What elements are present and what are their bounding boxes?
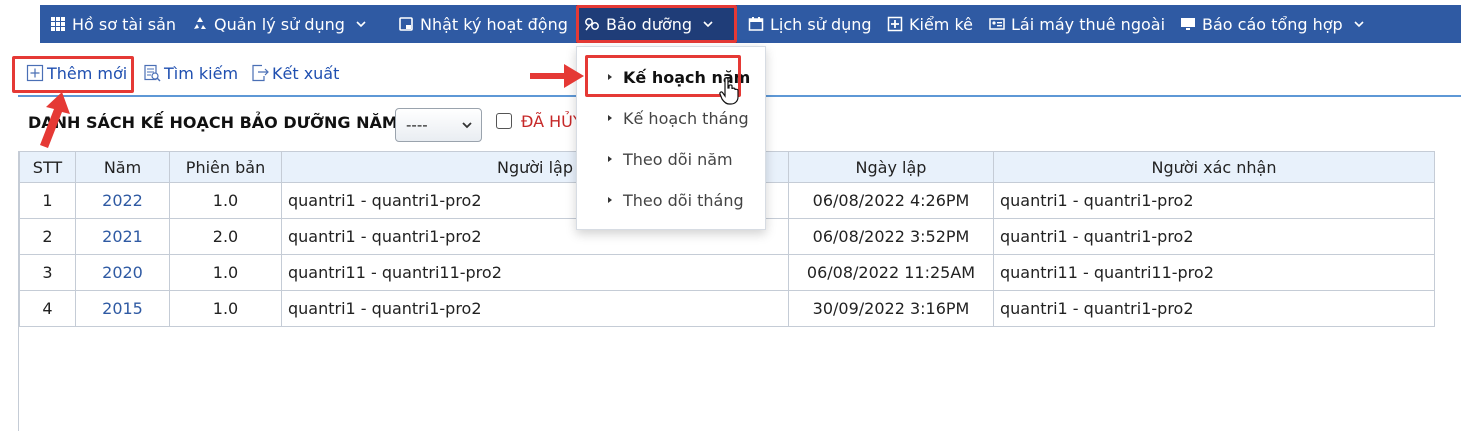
monitor-icon bbox=[1180, 16, 1196, 32]
chevron-down-icon bbox=[461, 119, 473, 131]
menu-item-monthly-plan[interactable]: Kế hoạch tháng bbox=[577, 98, 765, 138]
cell-stt: 4 bbox=[19, 290, 76, 327]
nav-label: Báo cáo tổng hợp bbox=[1202, 14, 1343, 34]
chevron-down-icon bbox=[1353, 18, 1365, 30]
cell-confirmer: quantri11 - quantri11-pro2 bbox=[993, 254, 1435, 291]
nav-item-asset-records[interactable]: Hồ sơ tài sản bbox=[50, 5, 176, 43]
cell-creator: quantri1 - quantri1-pro2 bbox=[281, 290, 789, 327]
menu-item-annual-tracking[interactable]: Theo dõi năm bbox=[577, 139, 765, 179]
nav-label: Hồ sơ tài sản bbox=[72, 14, 177, 34]
search-label: Tìm kiếm bbox=[164, 63, 239, 83]
export-button[interactable]: Kết xuất bbox=[251, 60, 339, 86]
maintenance-dropdown-menu: Kế hoạch năm Kế hoạch tháng Theo dõi năm… bbox=[576, 46, 766, 230]
caret-right-icon bbox=[608, 156, 612, 162]
year-link[interactable]: 2021 bbox=[75, 218, 170, 255]
cell-confirmer: quantri1 - quantri1-pro2 bbox=[993, 218, 1435, 255]
search-button[interactable]: Tìm kiếm bbox=[143, 60, 238, 86]
nav-item-maintenance[interactable]: Bảo dưỡng bbox=[576, 5, 737, 43]
cell-version: 2.0 bbox=[169, 218, 282, 255]
page-title: DANH SÁCH KẾ HOẠCH BẢO DƯỠNG NĂM bbox=[28, 113, 398, 132]
inventory-icon bbox=[887, 16, 903, 32]
select-value: ---- bbox=[406, 116, 428, 134]
caret-right-icon bbox=[608, 115, 612, 121]
cell-confirmer: quantri1 - quantri1-pro2 bbox=[993, 182, 1435, 219]
cancelled-checkbox[interactable] bbox=[496, 113, 512, 129]
grid-icon bbox=[50, 16, 66, 32]
calendar-icon bbox=[748, 16, 764, 32]
cell-created-date: 30/09/2022 3:16PM bbox=[788, 290, 994, 327]
year-link[interactable]: 2015 bbox=[75, 290, 170, 327]
nav-item-usage-management[interactable]: Quản lý sử dụng bbox=[192, 5, 367, 43]
cell-stt: 1 bbox=[19, 182, 76, 219]
menu-item-label: Theo dõi năm bbox=[623, 149, 733, 169]
column-header[interactable]: STT bbox=[19, 151, 76, 183]
add-new-button[interactable]: Thêm mới bbox=[26, 60, 127, 86]
search-document-icon bbox=[143, 64, 161, 82]
nav-label: Bảo dưỡng bbox=[606, 14, 693, 34]
caret-right-icon bbox=[608, 74, 612, 80]
recycle-icon bbox=[192, 16, 208, 32]
plus-box-icon bbox=[26, 64, 44, 82]
nav-label: Nhật ký hoạt động bbox=[420, 14, 568, 34]
nav-label: Kiểm kê bbox=[909, 14, 973, 34]
export-icon bbox=[251, 64, 269, 82]
cell-version: 1.0 bbox=[169, 254, 282, 291]
menu-item-label: Kế hoạch năm bbox=[623, 67, 751, 87]
year-link[interactable]: 2020 bbox=[75, 254, 170, 291]
cell-created-date: 06/08/2022 11:25AM bbox=[788, 254, 994, 291]
menu-item-monthly-tracking[interactable]: Theo dõi tháng bbox=[577, 180, 765, 220]
menu-item-label: Kế hoạch tháng bbox=[623, 108, 749, 128]
caret-right-icon bbox=[608, 197, 612, 203]
add-new-label: Thêm mới bbox=[47, 63, 128, 83]
id-card-icon bbox=[989, 16, 1005, 32]
app-window: Hồ sơ tài sản Quản lý sử dụng Nhật ký ho… bbox=[0, 0, 1461, 431]
cell-version: 1.0 bbox=[169, 182, 282, 219]
nav-label: Quản lý sử dụng bbox=[214, 14, 345, 34]
column-header[interactable]: Phiên bản bbox=[169, 151, 282, 183]
top-navigation: Hồ sơ tài sản Quản lý sử dụng Nhật ký ho… bbox=[0, 0, 1461, 46]
chevron-down-icon bbox=[702, 18, 714, 30]
menu-item-annual-plan[interactable]: Kế hoạch năm bbox=[577, 57, 765, 97]
cell-created-date: 06/08/2022 4:26PM bbox=[788, 182, 994, 219]
nav-item-summary-report[interactable]: Báo cáo tổng hợp bbox=[1180, 5, 1365, 43]
wrench-icon bbox=[584, 16, 600, 32]
log-icon bbox=[398, 16, 414, 32]
cell-confirmer: quantri1 - quantri1-pro2 bbox=[993, 290, 1435, 327]
nav-label: Lái máy thuê ngoài bbox=[1011, 14, 1166, 34]
table-row[interactable]: 3 2020 1.0 quantri11 - quantri11-pro2 06… bbox=[19, 254, 1435, 291]
nav-item-inventory[interactable]: Kiểm kê bbox=[887, 5, 973, 43]
column-header[interactable]: Ngày lập bbox=[788, 151, 994, 183]
table-row[interactable]: 4 2015 1.0 quantri1 - quantri1-pro2 30/0… bbox=[19, 290, 1435, 327]
chevron-down-icon bbox=[355, 18, 367, 30]
year-link[interactable]: 2022 bbox=[75, 182, 170, 219]
menu-item-label: Theo dõi tháng bbox=[623, 190, 744, 210]
cancelled-label: ĐÃ HỦY bbox=[521, 112, 583, 131]
nav-label: Lịch sử dụng bbox=[770, 14, 872, 34]
export-label: Kết xuất bbox=[272, 63, 340, 83]
nav-item-usage-schedule[interactable]: Lịch sử dụng bbox=[748, 5, 872, 43]
nav-item-outsourced-operators[interactable]: Lái máy thuê ngoài bbox=[989, 5, 1165, 43]
nav-item-activity-log[interactable]: Nhật ký hoạt động bbox=[398, 5, 568, 43]
cell-stt: 3 bbox=[19, 254, 76, 291]
cell-created-date: 06/08/2022 3:52PM bbox=[788, 218, 994, 255]
column-header[interactable]: Năm bbox=[75, 151, 170, 183]
cell-version: 1.0 bbox=[169, 290, 282, 327]
year-filter-select[interactable]: ---- bbox=[395, 108, 482, 142]
cell-creator: quantri11 - quantri11-pro2 bbox=[281, 254, 789, 291]
cell-stt: 2 bbox=[19, 218, 76, 255]
column-header[interactable]: Người xác nhận bbox=[993, 151, 1435, 183]
